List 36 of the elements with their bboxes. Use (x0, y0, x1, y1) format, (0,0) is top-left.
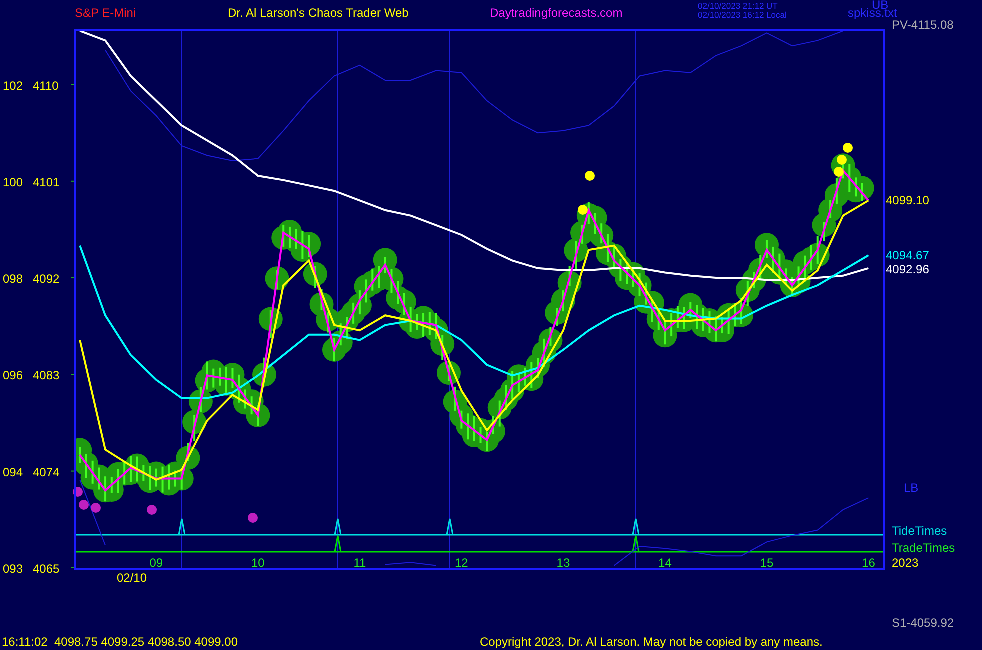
timestamp-ut: 02/10/2023 21:12 UT (698, 1, 778, 11)
left-scale-label: 096 (3, 368, 24, 383)
tide-times-label: TideTimes (892, 524, 948, 538)
date-label: 02/10 (117, 571, 148, 585)
day-label: 11 (354, 556, 366, 570)
page-title: Dr. Al Larson's Chaos Trader Web (228, 6, 409, 20)
left-scale-label: 094 (3, 465, 24, 480)
price-axis-label: 4074 (33, 465, 60, 480)
quote-line: 16:11:02 4098.75 4099.25 4098.50 4099.00 (2, 635, 238, 649)
lower-band-label: LB (904, 481, 919, 495)
last-value-label: 4099.10 (886, 194, 930, 208)
support-label: S1-4059.92 (892, 616, 954, 630)
pivot-label: PV-4115.08 (892, 18, 954, 32)
price-axis-label: 4065 (33, 562, 60, 576)
symbol-title: S&P E-Mini (75, 6, 136, 20)
day-label: 09 (150, 556, 164, 570)
day-label: 15 (760, 556, 774, 570)
left-scale-label: 100 (3, 175, 24, 190)
day-label: 12 (455, 556, 468, 570)
price-axis-label: 4101 (33, 175, 60, 190)
day-label: 13 (556, 556, 570, 570)
price-axis-label: 4110 (33, 78, 59, 93)
price-axis-label: 4083 (33, 368, 60, 383)
last-value-label: 4092.96 (886, 262, 930, 276)
trade-times-label: TradeTimes (892, 541, 956, 555)
left-scale-label: 098 (3, 272, 24, 286)
year-label: 2023 (892, 556, 919, 570)
timestamp-local: 02/10/2023 16:12 Local (698, 10, 787, 20)
last-value-label: 4094.67 (886, 248, 930, 262)
left-scale-label: 093 (3, 562, 24, 576)
copyright-text: Copyright 2023, Dr. Al Larson. May not be copied by any means. (480, 635, 823, 649)
day-label: 10 (252, 556, 265, 570)
day-label: 14 (658, 556, 672, 570)
day-label: 16 (862, 556, 876, 570)
price-axis-label: 4092 (33, 272, 60, 286)
left-scale-label: 102 (3, 78, 24, 93)
